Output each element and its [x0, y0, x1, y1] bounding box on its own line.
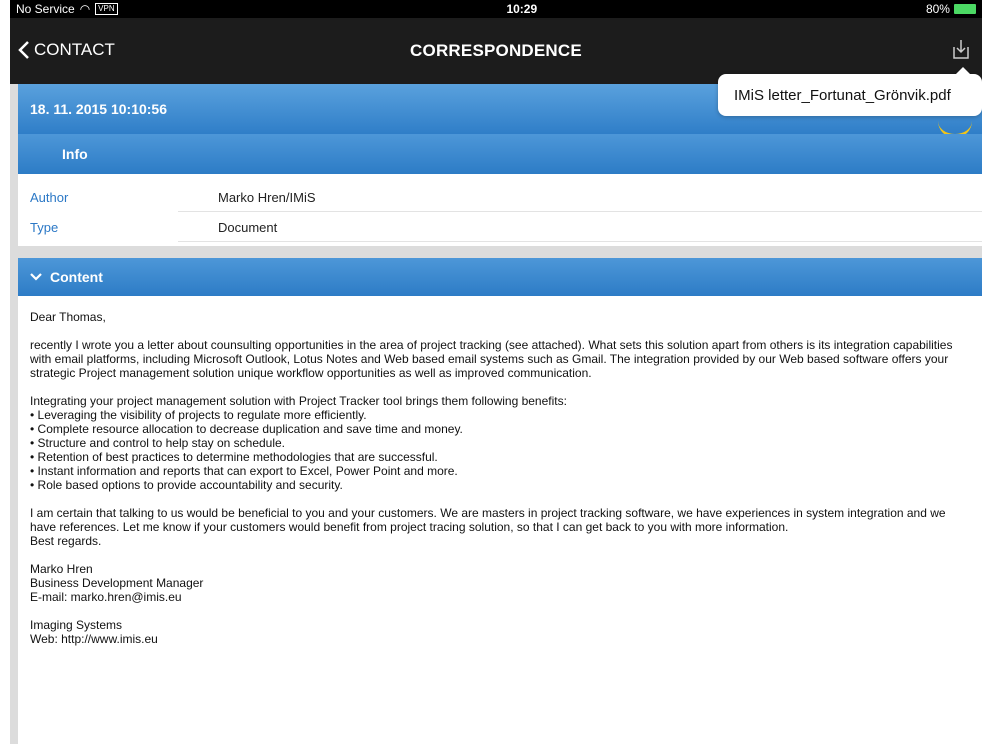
letter-body: Dear Thomas, recently I wrote you a lett…	[18, 296, 982, 744]
date-label: 18. 11. 2015 10:10:56	[30, 101, 168, 117]
info-value: Document	[218, 219, 278, 235]
content-header-label: Content	[50, 269, 103, 285]
letter-list-intro: Integrating your project management solu…	[30, 394, 567, 408]
page-title: CORRESPONDENCE	[410, 41, 582, 60]
battery-icon	[953, 4, 976, 14]
status-bar: No Service ◠ VPN 10:29 80%	[10, 0, 982, 18]
info-value: Marko Hren/IMiS	[218, 189, 316, 205]
battery-percent: 80%	[925, 2, 950, 16]
page-content: 18. 11. 2015 10:10:56 Info Author Marko …	[10, 84, 982, 744]
info-header-label: Info	[62, 146, 88, 162]
info-row-author: Author Marko Hren/IMiS	[18, 182, 982, 212]
signature-web: Web: http://www.imis.eu	[30, 632, 158, 646]
info-key: Author	[30, 189, 69, 205]
row-divider	[178, 241, 982, 242]
signature-name: Marko Hren	[30, 562, 93, 576]
carrier-label: No Service	[16, 2, 75, 16]
vpn-badge: VPN	[95, 3, 118, 15]
status-time: 10:29	[506, 2, 538, 16]
attachment-popover[interactable]: IMiS letter_Fortunat_Grönvik.pdf	[718, 67, 982, 116]
signature-company: Imaging Systems	[30, 618, 123, 632]
letter-bullet: • Complete resource allocation to decrea…	[30, 422, 463, 436]
letter-greeting: Dear Thomas,	[30, 310, 106, 324]
letter-bullet: • Instant information and reports that c…	[30, 464, 458, 478]
wifi-icon: ◠	[79, 2, 91, 16]
letter-closing: Best regards.	[30, 534, 102, 548]
letter-bullet: • Retention of best practices to determi…	[30, 450, 438, 464]
letter-bullet: • Role based options to provide accounta…	[30, 478, 343, 492]
chevron-down-icon	[30, 273, 42, 281]
letter-paragraph: I am certain that talking to us would be…	[30, 506, 946, 534]
info-section: Author Marko Hren/IMiS Type Document	[18, 174, 982, 246]
letter-bullet: • Leveraging the visibility of projects …	[30, 408, 367, 422]
attachment-filename[interactable]: IMiS letter_Fortunat_Grönvik.pdf	[734, 87, 951, 104]
download-icon[interactable]	[950, 38, 972, 60]
signature-title: Business Development Manager	[30, 576, 204, 590]
signature-email: E-mail: marko.hren@imis.eu	[30, 590, 182, 604]
letter-paragraph: recently I wrote you a letter about coun…	[30, 338, 953, 380]
content-section-header[interactable]: Content	[18, 258, 982, 296]
letter-bullet: • Structure and control to help stay on …	[30, 436, 286, 450]
info-row-type: Type Document	[18, 212, 982, 242]
info-key: Type	[30, 219, 59, 235]
info-section-header[interactable]: Info	[18, 134, 982, 174]
